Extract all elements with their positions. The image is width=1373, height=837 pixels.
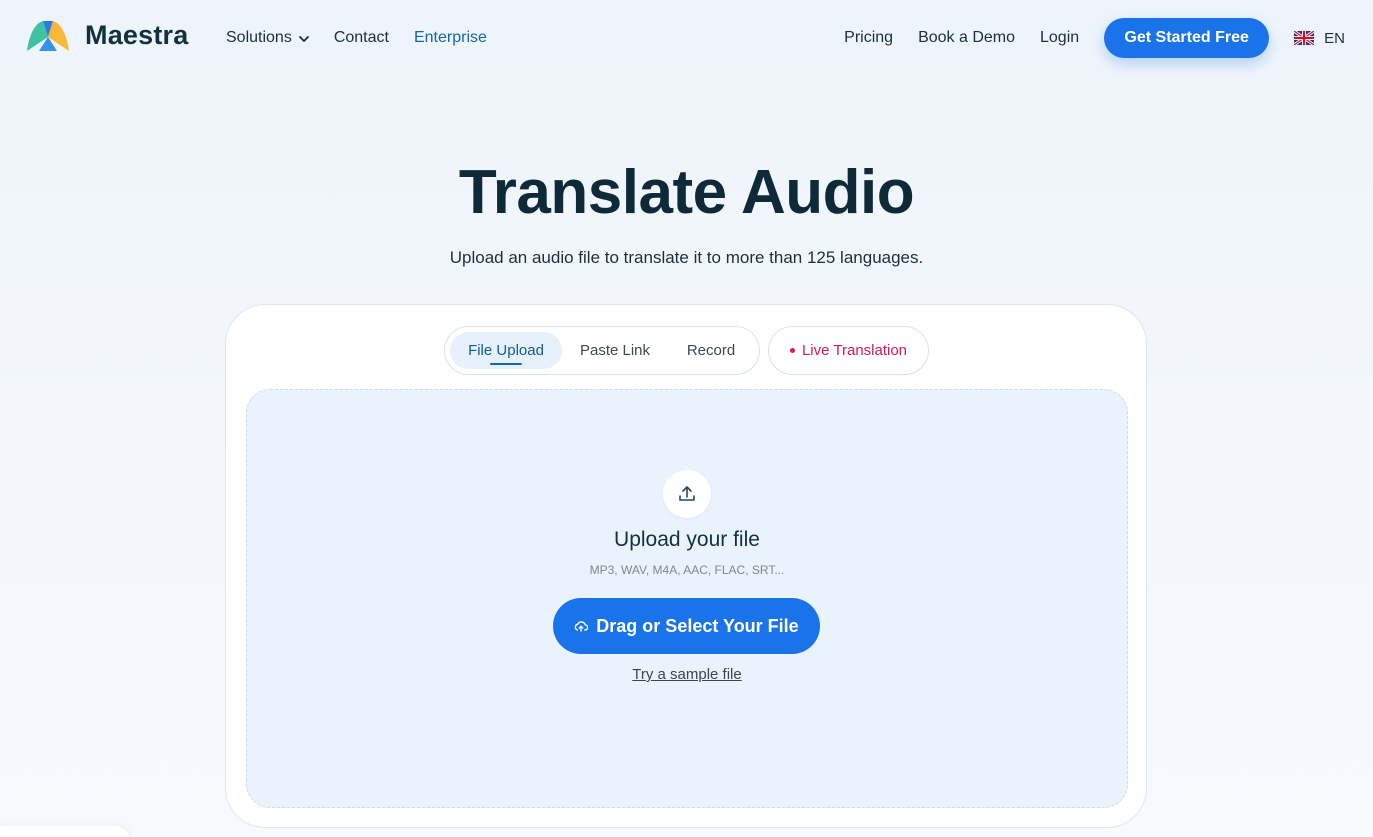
- select-file-button[interactable]: Drag or Select Your File: [553, 598, 820, 654]
- chevron-down-icon: [298, 35, 309, 42]
- live-dot-icon: [789, 348, 795, 353]
- nav-enterprise[interactable]: Enterprise: [414, 29, 487, 47]
- tab-paste-link[interactable]: Paste Link: [562, 332, 668, 369]
- supported-formats: MP3, WAV, M4A, AAC, FLAC, SRT...: [589, 563, 785, 577]
- chat-widget-edge[interactable]: [0, 826, 130, 837]
- upload-title: Upload your file: [614, 528, 760, 551]
- maestra-logo-icon: [27, 21, 69, 51]
- tab-file-upload[interactable]: File Upload: [450, 332, 562, 369]
- nav-solutions-label: Solutions: [226, 29, 292, 46]
- main-nav: Solutions Contact Enterprise: [226, 29, 487, 47]
- file-dropzone[interactable]: Upload your file MP3, WAV, M4A, AAC, FLA…: [246, 389, 1128, 808]
- site-header: Maestra Solutions Contact Enterprise Pri…: [0, 0, 1373, 78]
- tab-live-translation-label: Live Translation: [801, 342, 908, 359]
- logo[interactable]: Maestra: [25, 17, 188, 53]
- language-code: EN: [1324, 29, 1345, 47]
- nav-login[interactable]: Login: [1040, 29, 1079, 47]
- nav-pricing[interactable]: Pricing: [844, 29, 893, 47]
- cloud-upload-icon: [575, 621, 589, 632]
- upload-icon-badge: [663, 470, 711, 518]
- active-tab-indicator: [490, 363, 522, 365]
- select-file-label: Drag or Select Your File: [596, 615, 799, 636]
- upload-icon: [679, 486, 695, 501]
- header-actions: Pricing Book a Demo Login Get Started Fr…: [844, 18, 1345, 58]
- tab-file-upload-label: File Upload: [468, 342, 544, 359]
- sample-file-link[interactable]: Try a sample file: [247, 666, 1127, 683]
- input-mode-tabs: File Upload Paste Link Record: [444, 326, 760, 375]
- nav-solutions[interactable]: Solutions: [226, 29, 309, 47]
- brand-name: Maestra: [85, 19, 189, 50]
- page-title: Translate Audio: [458, 158, 915, 227]
- tab-record[interactable]: Record: [668, 332, 754, 369]
- get-started-button[interactable]: Get Started Free: [1104, 18, 1270, 58]
- page-subtitle: Upload an audio file to translate it to …: [449, 248, 924, 267]
- nav-book-demo[interactable]: Book a Demo: [918, 29, 1015, 47]
- nav-contact[interactable]: Contact: [334, 29, 389, 47]
- language-selector[interactable]: EN: [1294, 30, 1345, 47]
- uk-flag-icon: [1294, 31, 1315, 45]
- tab-live-translation[interactable]: Live Translation: [768, 326, 929, 375]
- upload-card: File Upload Paste Link Record Live Trans…: [225, 304, 1147, 828]
